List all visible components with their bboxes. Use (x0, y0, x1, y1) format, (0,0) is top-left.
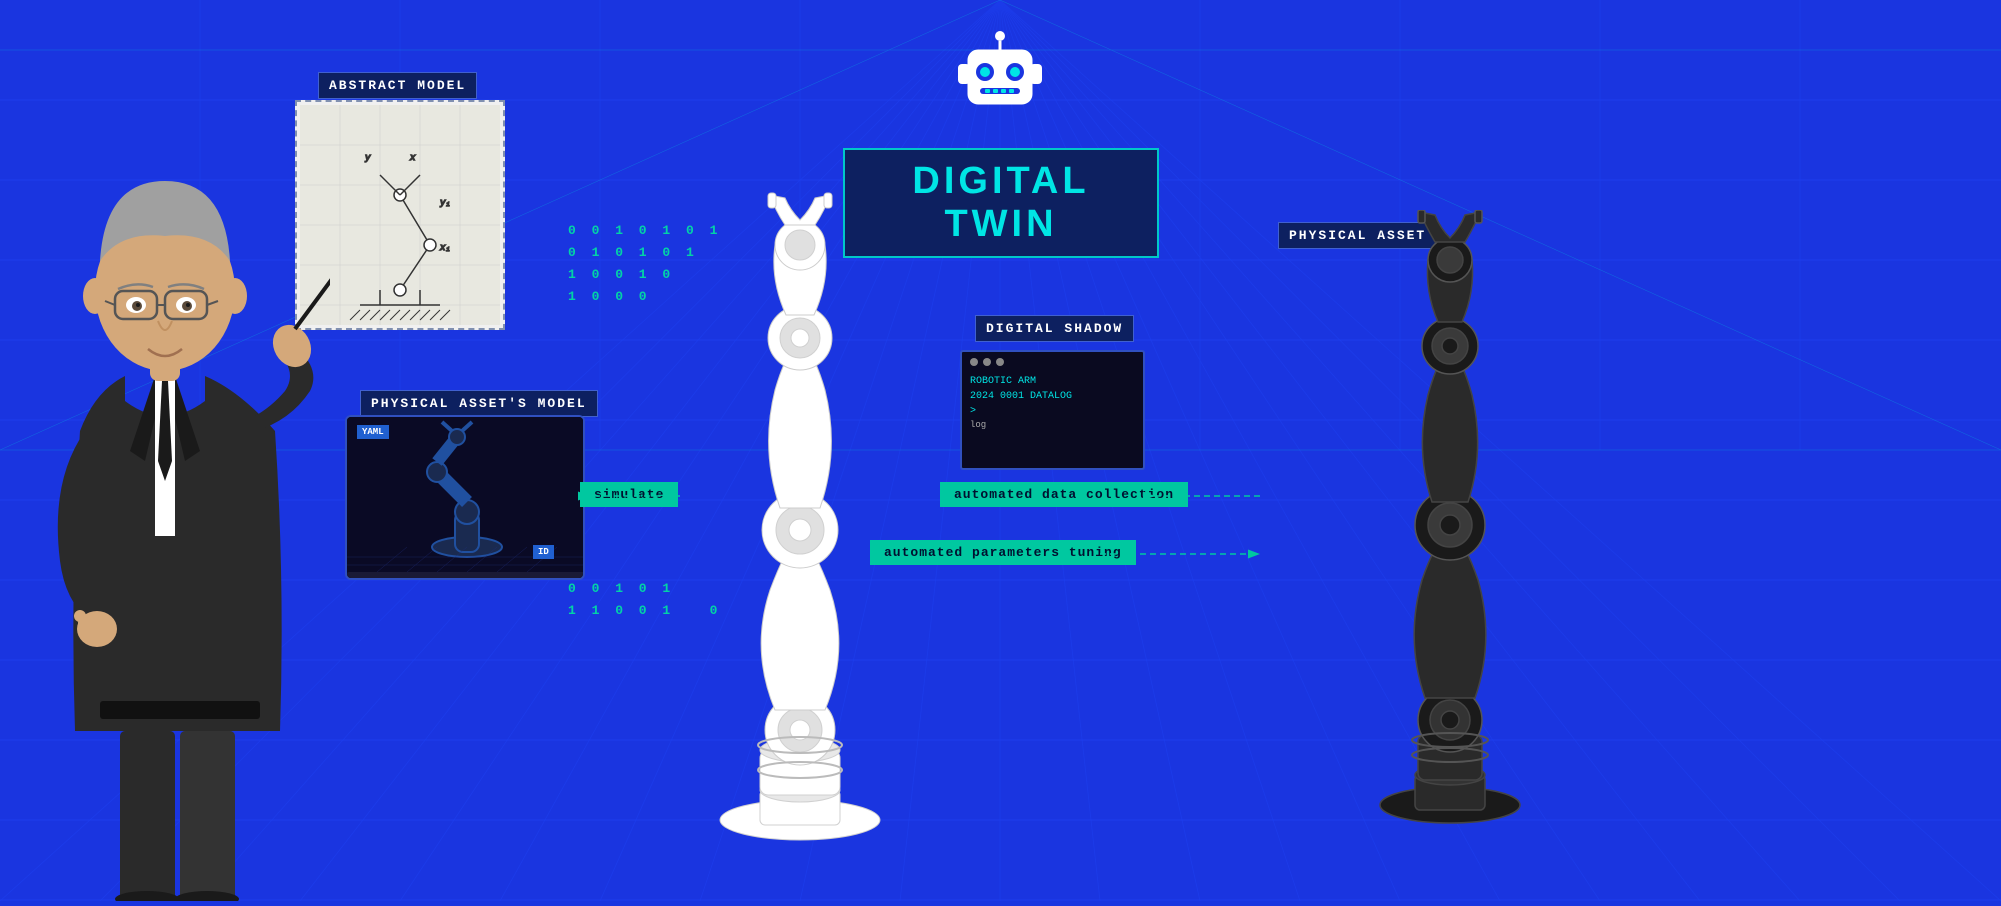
digital-twin-robot-arm (590, 190, 1010, 850)
robot-head-icon (950, 28, 1050, 128)
svg-text:x₁: x₁ (439, 243, 451, 253)
main-content: DIGITAL TWIN ABSTRACT MODEL (0, 0, 2001, 901)
svg-text:y: y (364, 153, 371, 163)
abstract-model-label: ABSTRACT MODEL (318, 72, 477, 99)
id-tag: ID (533, 545, 554, 559)
physical-asset-robot-arm (1260, 210, 1640, 830)
yaml-tag: YAML (357, 425, 389, 439)
svg-text:x: x (409, 153, 416, 163)
physical-model-label: PHYSICAL ASSET'S MODEL (360, 390, 598, 417)
svg-text:y₁: y₁ (439, 198, 451, 208)
character-figure (0, 81, 330, 901)
